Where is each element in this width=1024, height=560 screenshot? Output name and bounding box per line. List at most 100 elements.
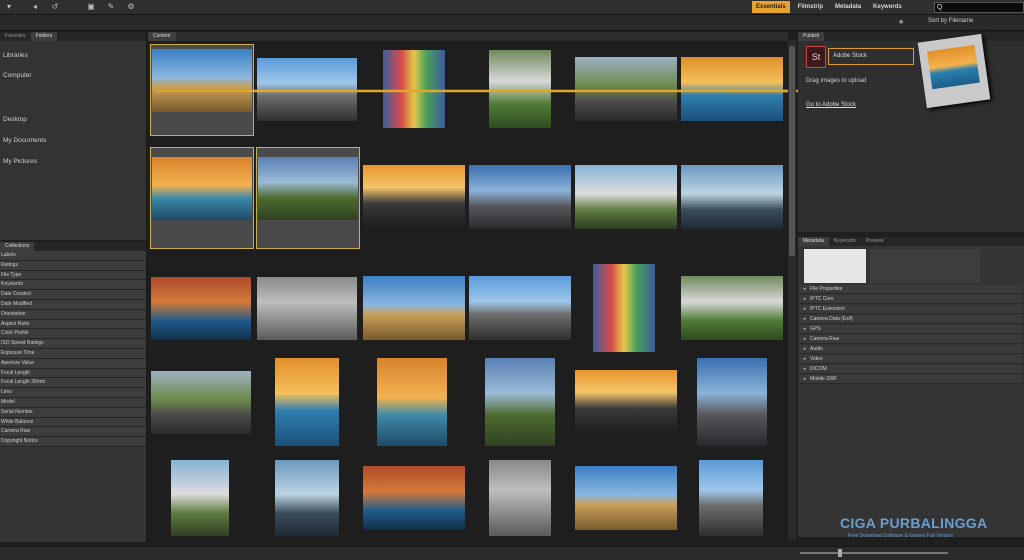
thumbnail[interactable] (362, 147, 466, 247)
filter-row[interactable]: Model (0, 397, 146, 408)
thumbnail[interactable] (150, 352, 252, 452)
thumbnail[interactable] (680, 258, 784, 358)
refine-icon[interactable]: ✎ (106, 2, 116, 11)
workspace-essentials[interactable]: Essentials (752, 1, 790, 13)
filter-list: Labels Ratings File Type Keywords Date Creat… (0, 251, 146, 447)
thumbnail[interactable] (150, 258, 252, 358)
metadata-section[interactable]: ▸ File Properties (800, 285, 1022, 294)
filter-row[interactable]: Exposure Time (0, 348, 146, 359)
metadata-section-label: IPTC Core (810, 296, 834, 302)
watermark-subtitle: Free Download Software & Games Full Vers… (848, 533, 953, 539)
metadata-section-label: GPS (810, 326, 821, 332)
thumbnail[interactable] (256, 258, 358, 358)
scroll-thumb[interactable] (789, 46, 795, 256)
sort-dropdown[interactable]: Sort by Filename (928, 18, 973, 24)
metadata-section[interactable]: ▸ GPS (800, 325, 1022, 334)
expand-arrow-icon: ▸ (803, 316, 807, 322)
workspace-filmstrip[interactable]: Filmstrip (794, 1, 827, 13)
metadata-section[interactable]: ▸ Video (800, 355, 1022, 364)
thumbnail[interactable] (170, 454, 230, 542)
thumbnail[interactable] (468, 258, 572, 358)
expand-arrow-icon: ▸ (803, 336, 807, 342)
folders-tabs: Favorites Folders (0, 32, 146, 41)
thumbnail[interactable] (696, 352, 768, 452)
thumbnail[interactable] (574, 454, 678, 542)
thumbnail[interactable] (698, 454, 764, 542)
filter-row[interactable]: File Type (0, 270, 146, 281)
content-scrollbar[interactable] (788, 40, 796, 540)
filter-row[interactable]: Labels (0, 251, 146, 261)
thumbnail-size-handle[interactable] (838, 549, 842, 557)
star-filter-icon[interactable]: ★ (898, 18, 904, 26)
thumbnail-image (275, 460, 339, 536)
folder-libraries[interactable]: Libraries (3, 52, 28, 59)
filter-row[interactable]: Focal Length (0, 368, 146, 379)
metadata-section[interactable]: ▸ Camera Data (Exif) (800, 315, 1022, 324)
folder-computer[interactable]: Computer (3, 72, 32, 79)
thumbnail-image (681, 165, 783, 229)
filter-row[interactable]: Keywords (0, 280, 146, 291)
thumbnail-size-slider[interactable] (800, 552, 948, 554)
thumbnail[interactable] (488, 454, 552, 542)
thumbnail[interactable] (376, 352, 448, 452)
thumbnail[interactable] (362, 454, 466, 542)
metadata-section[interactable]: ▸ Mobile SWF (800, 375, 1022, 384)
tab-preview[interactable]: Preview (861, 237, 889, 246)
tab-metadata[interactable]: Metadata (798, 237, 829, 246)
filter-row[interactable]: Camera Raw (0, 427, 146, 438)
thumbnail[interactable] (362, 258, 466, 358)
tab-favorites[interactable]: Favorites (0, 32, 31, 41)
filter-row[interactable]: Orientation (0, 309, 146, 320)
metadata-section[interactable]: ▸ Camera Raw (800, 335, 1022, 344)
adobe-stock-service[interactable]: Adobe Stock (828, 48, 914, 65)
metadata-section[interactable]: ▸ IPTC Core (800, 295, 1022, 304)
thumbnail[interactable] (150, 147, 254, 249)
back-icon[interactable]: ◂ (30, 2, 40, 11)
thumbnail-image (699, 460, 763, 536)
folder-desktop[interactable]: Desktop (3, 116, 27, 123)
filter-row[interactable]: Date Created (0, 290, 146, 300)
thumbnail-image (258, 157, 358, 220)
adobe-stock-icon: St (806, 46, 826, 68)
thumbnail[interactable] (484, 352, 556, 452)
filter-row[interactable]: Copyright Notice (0, 437, 146, 447)
thumbnail[interactable] (274, 352, 340, 452)
rotate-icon[interactable]: ↺ (50, 2, 60, 11)
folder-my-pictures[interactable]: My Pictures (3, 158, 37, 165)
thumbnail[interactable] (574, 352, 678, 452)
metadata-section-label: Mobile SWF (810, 376, 838, 382)
tab-publish[interactable]: Publish (798, 32, 825, 41)
filter-row[interactable]: Date Modified (0, 299, 146, 310)
metadata-section[interactable]: ▸ Audio (800, 345, 1022, 354)
dragged-image-thumbnail (927, 44, 980, 90)
filter-row[interactable]: Ratings (0, 260, 146, 271)
thumbnail[interactable] (680, 147, 784, 247)
thumbnail[interactable] (256, 147, 360, 249)
metadata-section[interactable]: ▸ IPTC Extension (800, 305, 1022, 314)
camera-icon[interactable]: ▣ (86, 2, 96, 11)
search-input[interactable]: Q (934, 2, 1024, 13)
tab-keywords[interactable]: Keywords (829, 237, 861, 246)
filter-row[interactable]: Aspect Ratio (0, 319, 146, 330)
filter-row[interactable]: White Balance (0, 417, 146, 428)
filter-row[interactable]: Color Profile (0, 329, 146, 340)
thumbnail[interactable] (468, 147, 572, 247)
gear-icon[interactable]: ⚙ (126, 2, 136, 11)
thumbnail[interactable] (274, 454, 340, 542)
filter-row[interactable]: Focal Length 35mm (0, 378, 146, 389)
menu-icon[interactable]: ▾ (4, 2, 14, 11)
thumbnail-image (257, 277, 357, 340)
tab-collections[interactable]: Collections (0, 242, 35, 251)
filter-row[interactable]: Serial Number (0, 407, 146, 418)
metadata-section[interactable]: ▸ DICOM (800, 365, 1022, 374)
filter-row[interactable]: Aperture Value (0, 358, 146, 369)
tab-folders[interactable]: Folders (30, 32, 58, 41)
filter-row[interactable]: Lens (0, 388, 146, 398)
filter-row[interactable]: ISO Speed Ratings (0, 339, 146, 349)
go-to-adobe-stock-link[interactable]: Go to Adobe Stock (806, 102, 856, 108)
thumbnail[interactable] (592, 258, 656, 358)
thumbnail[interactable] (574, 147, 678, 247)
folder-my-documents[interactable]: My Documents (3, 137, 46, 144)
workspace-keywords[interactable]: Keywords (869, 1, 906, 13)
workspace-metadata[interactable]: Metadata (831, 1, 865, 13)
